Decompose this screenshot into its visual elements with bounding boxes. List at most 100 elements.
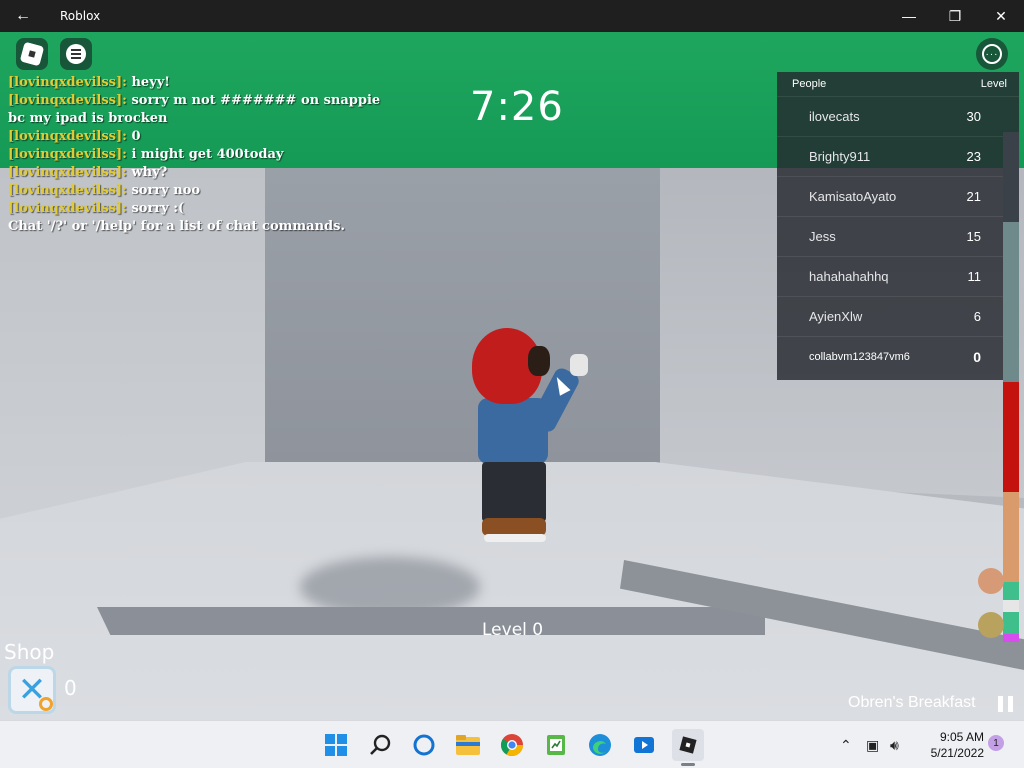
avatar-legs: [482, 462, 546, 522]
network-icon[interactable]: ▣: [866, 721, 879, 768]
more-options-button[interactable]: ···: [976, 38, 1008, 70]
leaderboard-row[interactable]: Jess 15: [777, 216, 1019, 256]
bar-segment-red: [1003, 382, 1019, 492]
notepad-icon[interactable]: [540, 729, 572, 761]
chrome-icon[interactable]: [496, 729, 528, 761]
maximize-button[interactable]: ❐: [932, 0, 978, 32]
player-name: hahahahahhq: [809, 269, 889, 284]
leaderboard-col-level: Level: [980, 78, 1007, 90]
chat-username: [lovinqxdevilss]:: [8, 183, 127, 198]
now-playing-song: Obren's Breakfast: [848, 694, 976, 711]
player-level: 30: [966, 109, 981, 124]
game-viewport[interactable]: ··· [lovinqxdevilss]: heyy! [lovinqxdevil…: [0, 32, 1024, 720]
player-leaderboard[interactable]: People Level ilovecats 30 Brighty911 23 Kami…: [777, 72, 1019, 380]
shop-button[interactable]: ✕: [8, 666, 56, 714]
tray-chevron-icon[interactable]: ⌃: [840, 721, 852, 768]
player-level: 6: [973, 309, 981, 324]
chat-username: [lovinqxdevilss]:: [8, 201, 127, 216]
cortana-icon[interactable]: [408, 729, 440, 761]
chat-message: [lovinqxdevilss]: sorry m not ####### on…: [8, 92, 388, 128]
close-button[interactable]: ✕: [978, 0, 1024, 32]
leaderboard-row[interactable]: hahahahahhq 11: [777, 256, 1019, 296]
player-name: Brighty911: [809, 149, 871, 164]
active-app-indicator: [681, 763, 695, 766]
leaderboard-col-people: People: [792, 78, 827, 90]
player-level: 0: [973, 348, 981, 365]
chat-line-3: [71, 57, 81, 59]
chat-log: [lovinqxdevilss]: heyy! [lovinqxdevilss]:…: [8, 74, 388, 236]
pause-bar-right: [1008, 696, 1013, 712]
player-name: KamisatoAyato: [809, 189, 897, 204]
chat-toggle-button[interactable]: [60, 38, 92, 70]
player-head-marker-1: [978, 568, 1004, 594]
chat-text: sorry noo: [131, 183, 201, 198]
player-head-marker-2: [978, 612, 1004, 638]
chat-line-2: [71, 53, 81, 55]
chat-username: [lovinqxdevilss]:: [8, 147, 127, 162]
bar-segment-tan: [1003, 492, 1019, 582]
chat-text: sorry :(: [131, 201, 185, 216]
chat-text: why?: [131, 165, 168, 180]
taskbar-clock[interactable]: 9:05 AM 5/21/2022: [914, 729, 984, 761]
player-level: 15: [966, 229, 981, 244]
chat-bubble-icon: [66, 44, 86, 64]
chat-message: [lovinqxdevilss]: sorry :(: [8, 200, 388, 218]
floor-ledge: [97, 607, 765, 635]
player-name: collabvm123847vm6: [809, 350, 910, 363]
round-timer: 7:26: [470, 84, 564, 130]
clock-time: 9:05 AM: [939, 730, 984, 744]
music-pause-button[interactable]: [998, 696, 1016, 712]
edge-icon[interactable]: [584, 729, 616, 761]
player-level: 23: [966, 149, 981, 164]
search-icon[interactable]: [364, 729, 396, 761]
player-level: 11: [967, 269, 982, 284]
player-level: 21: [966, 189, 981, 204]
bar-segment-teal: [1003, 222, 1019, 382]
window-title: Roblox: [60, 9, 101, 23]
leaderboard-row[interactable]: KamisatoAyato 21: [777, 176, 1019, 216]
bar-segment-pink: [1003, 634, 1019, 642]
roblox-logo-center: [28, 50, 36, 58]
coin-count: 0: [64, 676, 77, 700]
chat-username: [lovinqxdevilss]:: [8, 93, 127, 108]
leaderboard-row[interactable]: AyienXlw 6: [777, 296, 1019, 336]
back-button[interactable]: ←: [0, 0, 46, 32]
notification-badge[interactable]: 1: [988, 735, 1004, 751]
leaderboard-row[interactable]: collabvm123847vm6 0: [777, 336, 1019, 376]
volume-icon[interactable]: 🔊︎: [890, 721, 899, 768]
right-progress-bar: [1003, 132, 1019, 652]
leaderboard-rows: ilovecats 30 Brighty911 23 KamisatoAyato 21 Je…: [777, 96, 1019, 376]
chat-message: [lovinqxdevilss]: heyy!: [8, 74, 388, 92]
windows-start-icon[interactable]: [320, 729, 352, 761]
bar-segment-green: [1003, 582, 1019, 600]
roblox-menu-button[interactable]: [16, 38, 48, 70]
bar-segment-green-2: [1003, 612, 1019, 634]
leaderboard-row[interactable]: ilovecats 30: [777, 96, 1019, 136]
pause-bar-left: [998, 696, 1003, 712]
leaderboard-header: People Level: [777, 72, 1019, 96]
chat-system-message: Chat '/?' or '/help' for a list of chat …: [8, 219, 345, 234]
avatar-hair: [528, 346, 550, 376]
level-label: Level 0: [482, 620, 544, 640]
windows-taskbar: ⌃ ▣ 🔊︎ 9:05 AM 5/21/2022: [0, 720, 1024, 768]
player-name: Jess: [809, 229, 836, 244]
avatar-hand: [570, 354, 588, 376]
window-titlebar: ← Roblox — ❐ ✕: [0, 0, 1024, 32]
more-dots-icon: ···: [982, 44, 1002, 64]
coin-icon: [39, 697, 53, 711]
chat-username: [lovinqxdevilss]:: [8, 75, 127, 90]
player-avatar: [462, 328, 602, 548]
avatar-torso: [478, 398, 548, 464]
chat-message: [lovinqxdevilss]: 0: [8, 128, 388, 146]
leaderboard-row[interactable]: Brighty911 23: [777, 136, 1019, 176]
file-explorer-icon[interactable]: [452, 729, 484, 761]
chat-text: heyy!: [131, 75, 171, 90]
chat-message: [lovinqxdevilss]: sorry noo: [8, 182, 388, 200]
chat-text: 0: [131, 129, 141, 144]
chat-line-1: [71, 49, 81, 51]
player-name: AyienXlw: [809, 309, 863, 324]
chat-text: i might get 400today: [131, 147, 284, 162]
minimize-button[interactable]: —: [886, 0, 932, 32]
roblox-icon[interactable]: [672, 729, 704, 761]
media-player-icon[interactable]: [628, 729, 660, 761]
